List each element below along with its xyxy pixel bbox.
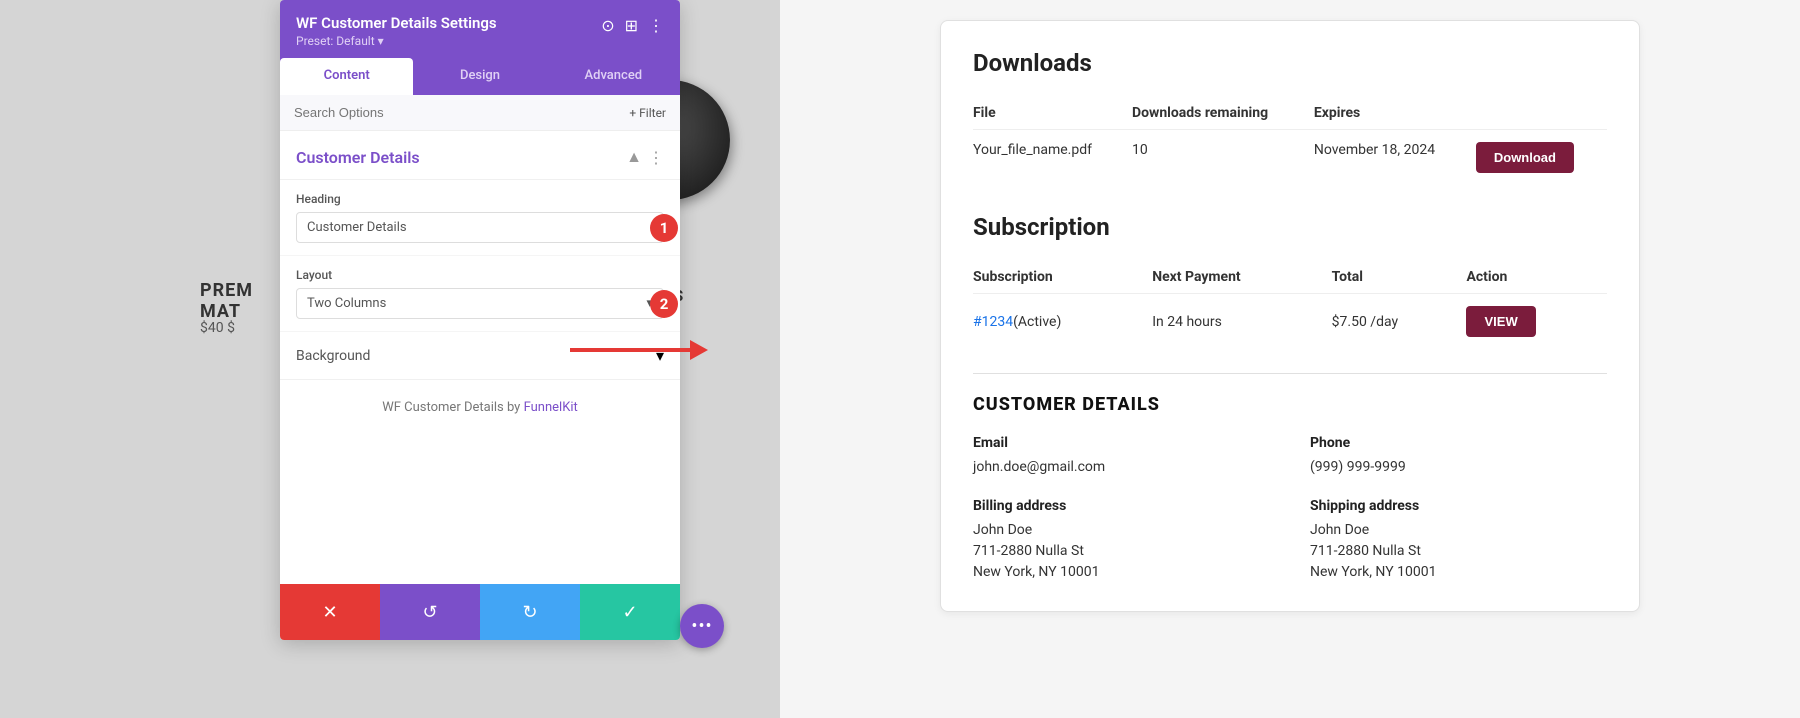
layout-badge: 2 (650, 290, 678, 318)
subscription-section: Subscription Subscription Next Payment T… (973, 213, 1607, 349)
downloads-remaining: 10 (1132, 130, 1314, 186)
expand-icon[interactable]: ⊞ (625, 16, 638, 35)
panel-header: WF Customer Details Settings Preset: Def… (280, 0, 680, 58)
email-label: Email (973, 435, 1270, 451)
col-downloads: Downloads remaining (1132, 97, 1314, 130)
section-header-icons: ▲ ⋮ (626, 147, 664, 167)
download-button[interactable]: Download (1476, 142, 1574, 173)
more-icon[interactable]: ⋮ (648, 16, 664, 35)
expires-date: November 18, 2024 (1314, 130, 1476, 186)
heading-badge: 1 (650, 214, 678, 242)
confirm-button[interactable]: ✓ (580, 584, 680, 640)
shipping-group: Shipping address John Doe 711-2880 Nulla… (1310, 498, 1607, 583)
billing-group: Billing address John Doe 711-2880 Nulla … (973, 498, 1270, 583)
layout-label: Layout (296, 268, 664, 282)
table-row: Your_file_name.pdf 10 November 18, 2024 … (973, 130, 1607, 186)
phone-value: (999) 999-9999 (1310, 457, 1607, 478)
section-title: Customer Details (296, 148, 420, 167)
subscription-id-cell: #1234(Active) (973, 294, 1152, 350)
tab-content[interactable]: Content (280, 58, 413, 95)
panel-title-group: WF Customer Details Settings Preset: Def… (296, 14, 497, 48)
billing-label: Billing address (973, 498, 1270, 514)
customer-details-section: Customer Details ▲ ⋮ (280, 131, 680, 180)
download-cell: Download (1476, 130, 1607, 186)
heading-input[interactable]: Customer Details (296, 212, 664, 243)
divider (973, 373, 1607, 374)
tab-advanced[interactable]: Advanced (547, 58, 680, 95)
next-payment-cell: In 24 hours (1152, 294, 1331, 350)
cancel-button[interactable]: ✕ (280, 584, 380, 640)
section-more-icon[interactable]: ⋮ (648, 148, 664, 167)
product-price: $40 $ (200, 320, 235, 336)
shipping-label: Shipping address (1310, 498, 1607, 514)
product-name: PREM MAT (200, 280, 253, 322)
layout-field-group: Layout Two Columns ▾ 2 (280, 256, 680, 332)
arrow-shaft (570, 348, 690, 352)
arrow-head (690, 340, 708, 360)
shipping-value: John Doe 711-2880 Nulla St New York, NY … (1310, 520, 1607, 583)
background-label: Background (296, 348, 370, 364)
phone-group: Phone (999) 999-9999 (1310, 435, 1607, 478)
subscription-link[interactable]: #1234 (973, 314, 1013, 330)
panel-tabs: Content Design Advanced (280, 58, 680, 95)
redo-button[interactable]: ↻ (480, 584, 580, 640)
panel-footer: WF Customer Details by FunnelKit (280, 380, 680, 435)
layout-select[interactable]: Two Columns ▾ (296, 288, 664, 319)
panel-preset[interactable]: Preset: Default ▾ (296, 34, 497, 48)
downloads-heading: Downloads (973, 49, 1607, 77)
tab-design[interactable]: Design (413, 58, 546, 95)
phone-label: Phone (1310, 435, 1607, 451)
subscription-heading: Subscription (973, 213, 1607, 241)
panel-search: + Filter (280, 95, 680, 131)
customer-details-heading: CUSTOMER DETAILS (973, 394, 1607, 415)
panel-actions: ✕ ↺ ↻ ✓ (280, 584, 680, 640)
float-dots-button[interactable]: ••• (680, 604, 724, 648)
action-cell: VIEW (1466, 294, 1607, 350)
subscription-row: #1234(Active) In 24 hours $7.50 /day VIE… (973, 294, 1607, 350)
downloads-table: File Downloads remaining Expires Your_fi… (973, 97, 1607, 185)
file-name: Your_file_name.pdf (973, 130, 1132, 186)
sub-col-next-payment: Next Payment (1152, 261, 1331, 294)
search-input[interactable] (294, 105, 629, 120)
total-cell: $7.50 /day (1332, 294, 1467, 350)
heading-field-group: Heading Customer Details 1 (280, 180, 680, 256)
undo-button[interactable]: ↺ (380, 584, 480, 640)
email-group: Email john.doe@gmail.com (973, 435, 1270, 478)
view-button[interactable]: VIEW (1466, 306, 1535, 337)
right-area: Downloads File Downloads remaining Expir… (780, 0, 1800, 718)
panel-title: WF Customer Details Settings (296, 14, 497, 32)
chevron-up-icon[interactable]: ▲ (626, 147, 642, 167)
funnelkit-link[interactable]: FunnelKit (524, 400, 578, 415)
details-grid: Email john.doe@gmail.com Phone (999) 999… (973, 435, 1607, 583)
panel-header-icons: ⊙ ⊞ ⋮ (601, 16, 664, 35)
subscription-table: Subscription Next Payment Total Action #… (973, 261, 1607, 349)
sub-col-total: Total (1332, 261, 1467, 294)
col-action-dl (1476, 97, 1607, 130)
sub-col-subscription: Subscription (973, 261, 1152, 294)
focus-icon[interactable]: ⊙ (601, 16, 614, 35)
col-file: File (973, 97, 1132, 130)
left-area: PREM MAT DISCS $40 $ WF Customer Details… (0, 0, 780, 718)
heading-label: Heading (296, 192, 664, 206)
settings-panel: WF Customer Details Settings Preset: Def… (280, 0, 680, 640)
sub-col-action: Action (1466, 261, 1607, 294)
customer-card: Downloads File Downloads remaining Expir… (940, 20, 1640, 612)
filter-button[interactable]: + Filter (629, 106, 666, 120)
email-value: john.doe@gmail.com (973, 457, 1270, 478)
col-expires: Expires (1314, 97, 1476, 130)
arrow-indicator (570, 340, 708, 360)
billing-value: John Doe 711-2880 Nulla St New York, NY … (973, 520, 1270, 583)
